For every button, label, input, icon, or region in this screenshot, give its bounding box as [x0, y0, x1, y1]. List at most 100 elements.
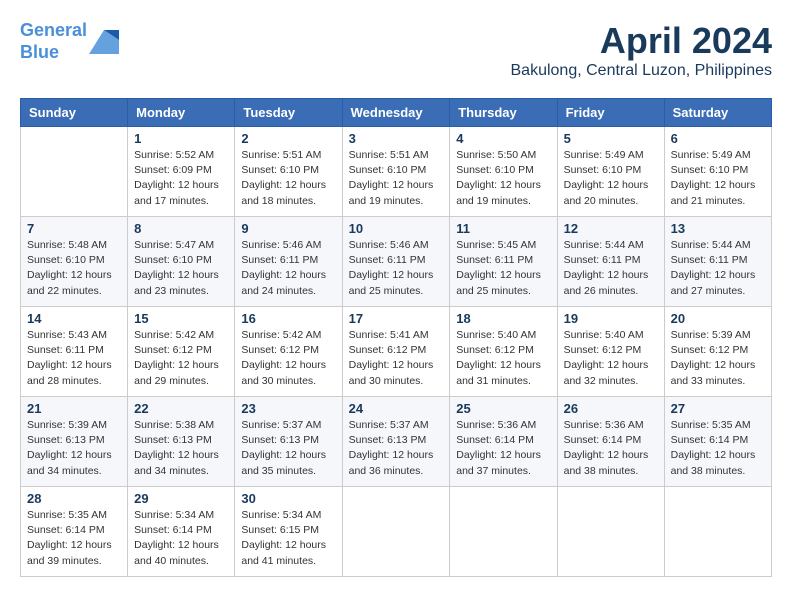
calendar-cell: 19 Sunrise: 5:40 AM Sunset: 6:12 PM Dayli…	[557, 307, 664, 397]
day-number: 28	[27, 491, 121, 506]
day-info: Sunrise: 5:41 AM Sunset: 6:12 PM Dayligh…	[349, 328, 444, 389]
calendar-cell: 9Sunrise: 5:46 AM Sunset: 6:11 PM Daylig…	[235, 217, 342, 307]
day-number: 19	[564, 311, 658, 326]
calendar-cell: 4Sunrise: 5:50 AM Sunset: 6:10 PM Daylig…	[450, 127, 557, 217]
calendar-cell: 17 Sunrise: 5:41 AM Sunset: 6:12 PM Dayli…	[342, 307, 450, 397]
day-info: Sunrise: 5:34 AM Sunset: 6:15 PM Dayligh…	[241, 508, 335, 569]
location-title: Bakulong, Central Luzon, Philippines	[511, 62, 773, 80]
day-number: 5	[564, 131, 658, 146]
day-number: 23	[241, 401, 335, 416]
calendar-cell: 24 Sunrise: 5:37 AM Sunset: 6:13 PM Dayli…	[342, 397, 450, 487]
day-info: Sunrise: 5:44 AM Sunset: 6:11 PM Dayligh…	[564, 238, 658, 299]
calendar-cell: 12 Sunrise: 5:44 AM Sunset: 6:11 PM Dayli…	[557, 217, 664, 307]
day-info: Sunrise: 5:45 AM Sunset: 6:11 PM Dayligh…	[456, 238, 550, 299]
day-info: Sunrise: 5:43 AM Sunset: 6:11 PM Dayligh…	[27, 328, 121, 389]
calendar-week-row: 28 Sunrise: 5:35 AM Sunset: 6:14 PM Dayli…	[21, 487, 772, 577]
calendar-cell: 22 Sunrise: 5:38 AM Sunset: 6:13 PM Dayli…	[128, 397, 235, 487]
calendar-cell	[342, 487, 450, 577]
day-number: 10	[349, 221, 444, 236]
day-info: Sunrise: 5:36 AM Sunset: 6:14 PM Dayligh…	[564, 418, 658, 479]
calendar-cell	[21, 127, 128, 217]
calendar-cell: 14 Sunrise: 5:43 AM Sunset: 6:11 PM Dayli…	[21, 307, 128, 397]
calendar-day-header: Wednesday	[342, 99, 450, 127]
calendar-day-header: Monday	[128, 99, 235, 127]
day-number: 9	[241, 221, 335, 236]
calendar-day-header: Sunday	[21, 99, 128, 127]
day-info: Sunrise: 5:51 AM Sunset: 6:10 PM Dayligh…	[349, 148, 444, 209]
calendar-day-header: Friday	[557, 99, 664, 127]
day-info: Sunrise: 5:35 AM Sunset: 6:14 PM Dayligh…	[671, 418, 765, 479]
day-number: 26	[564, 401, 658, 416]
day-info: Sunrise: 5:42 AM Sunset: 6:12 PM Dayligh…	[134, 328, 228, 389]
day-number: 18	[456, 311, 550, 326]
day-info: Sunrise: 5:37 AM Sunset: 6:13 PM Dayligh…	[241, 418, 335, 479]
day-info: Sunrise: 5:48 AM Sunset: 6:10 PM Dayligh…	[27, 238, 121, 299]
day-number: 24	[349, 401, 444, 416]
day-number: 12	[564, 221, 658, 236]
day-info: Sunrise: 5:37 AM Sunset: 6:13 PM Dayligh…	[349, 418, 444, 479]
day-info: Sunrise: 5:49 AM Sunset: 6:10 PM Dayligh…	[671, 148, 765, 209]
calendar-week-row: 7 Sunrise: 5:48 AM Sunset: 6:10 PM Daylig…	[21, 217, 772, 307]
day-info: Sunrise: 5:34 AM Sunset: 6:14 PM Dayligh…	[134, 508, 228, 569]
day-number: 6	[671, 131, 765, 146]
day-number: 1	[134, 131, 228, 146]
day-number: 8	[134, 221, 228, 236]
calendar-cell: 11 Sunrise: 5:45 AM Sunset: 6:11 PM Dayli…	[450, 217, 557, 307]
day-info: Sunrise: 5:40 AM Sunset: 6:12 PM Dayligh…	[456, 328, 550, 389]
day-info: Sunrise: 5:36 AM Sunset: 6:14 PM Dayligh…	[456, 418, 550, 479]
calendar-cell: 8 Sunrise: 5:47 AM Sunset: 6:10 PM Daylig…	[128, 217, 235, 307]
title-section: April 2024 Bakulong, Central Luzon, Phil…	[511, 20, 773, 80]
calendar-cell: 1 Sunrise: 5:52 AM Sunset: 6:09 PM Daylig…	[128, 127, 235, 217]
day-number: 20	[671, 311, 765, 326]
calendar-cell: 18 Sunrise: 5:40 AM Sunset: 6:12 PM Dayli…	[450, 307, 557, 397]
calendar-week-row: 1 Sunrise: 5:52 AM Sunset: 6:09 PM Daylig…	[21, 127, 772, 217]
day-number: 7	[27, 221, 121, 236]
logo: General Blue	[20, 20, 119, 63]
calendar-cell: 3 Sunrise: 5:51 AM Sunset: 6:10 PM Daylig…	[342, 127, 450, 217]
day-info: Sunrise: 5:42 AM Sunset: 6:12 PM Dayligh…	[241, 328, 335, 389]
calendar-cell	[450, 487, 557, 577]
day-number: 29	[134, 491, 228, 506]
day-info: Sunrise: 5:51 AM Sunset: 6:10 PM Dayligh…	[241, 148, 335, 209]
calendar-day-header: Thursday	[450, 99, 557, 127]
day-info: Sunrise: 5:49 AM Sunset: 6:10 PM Dayligh…	[564, 148, 658, 209]
calendar-cell: 7 Sunrise: 5:48 AM Sunset: 6:10 PM Daylig…	[21, 217, 128, 307]
day-number: 15	[134, 311, 228, 326]
day-number: 3	[349, 131, 444, 146]
day-number: 22	[134, 401, 228, 416]
calendar-cell: 20 Sunrise: 5:39 AM Sunset: 6:12 PM Dayli…	[664, 307, 771, 397]
calendar-cell: 23 Sunrise: 5:37 AM Sunset: 6:13 PM Dayli…	[235, 397, 342, 487]
day-number: 2	[241, 131, 335, 146]
calendar-cell: 28 Sunrise: 5:35 AM Sunset: 6:14 PM Dayli…	[21, 487, 128, 577]
day-info: Sunrise: 5:40 AM Sunset: 6:12 PM Dayligh…	[564, 328, 658, 389]
day-number: 30	[241, 491, 335, 506]
month-title: April 2024	[511, 20, 773, 62]
logo-icon	[89, 30, 119, 54]
calendar-cell	[664, 487, 771, 577]
calendar-cell: 5 Sunrise: 5:49 AM Sunset: 6:10 PM Daylig…	[557, 127, 664, 217]
day-number: 13	[671, 221, 765, 236]
day-info: Sunrise: 5:39 AM Sunset: 6:12 PM Dayligh…	[671, 328, 765, 389]
calendar-table: SundayMondayTuesdayWednesdayThursdayFrid…	[20, 98, 772, 577]
calendar-header-row: SundayMondayTuesdayWednesdayThursdayFrid…	[21, 99, 772, 127]
day-info: Sunrise: 5:52 AM Sunset: 6:09 PM Dayligh…	[134, 148, 228, 209]
calendar-cell: 10 Sunrise: 5:46 AM Sunset: 6:11 PM Dayli…	[342, 217, 450, 307]
calendar-cell: 13 Sunrise: 5:44 AM Sunset: 6:11 PM Dayli…	[664, 217, 771, 307]
calendar-day-header: Tuesday	[235, 99, 342, 127]
day-info: Sunrise: 5:46 AM Sunset: 6:11 PM Dayligh…	[349, 238, 444, 299]
day-info: Sunrise: 5:35 AM Sunset: 6:14 PM Dayligh…	[27, 508, 121, 569]
day-number: 14	[27, 311, 121, 326]
logo-text: General Blue	[20, 20, 87, 63]
calendar-cell	[557, 487, 664, 577]
calendar-cell: 2 Sunrise: 5:51 AM Sunset: 6:10 PM Daylig…	[235, 127, 342, 217]
calendar-cell: 26 Sunrise: 5:36 AM Sunset: 6:14 PM Dayli…	[557, 397, 664, 487]
day-info: Sunrise: 5:44 AM Sunset: 6:11 PM Dayligh…	[671, 238, 765, 299]
calendar-cell: 16 Sunrise: 5:42 AM Sunset: 6:12 PM Dayli…	[235, 307, 342, 397]
day-info: Sunrise: 5:47 AM Sunset: 6:10 PM Dayligh…	[134, 238, 228, 299]
day-number: 11	[456, 221, 550, 236]
day-number: 17	[349, 311, 444, 326]
day-number: 27	[671, 401, 765, 416]
day-info: Sunrise: 5:38 AM Sunset: 6:13 PM Dayligh…	[134, 418, 228, 479]
day-number: 16	[241, 311, 335, 326]
day-info: Sunrise: 5:50 AM Sunset: 6:10 PM Dayligh…	[456, 148, 550, 209]
